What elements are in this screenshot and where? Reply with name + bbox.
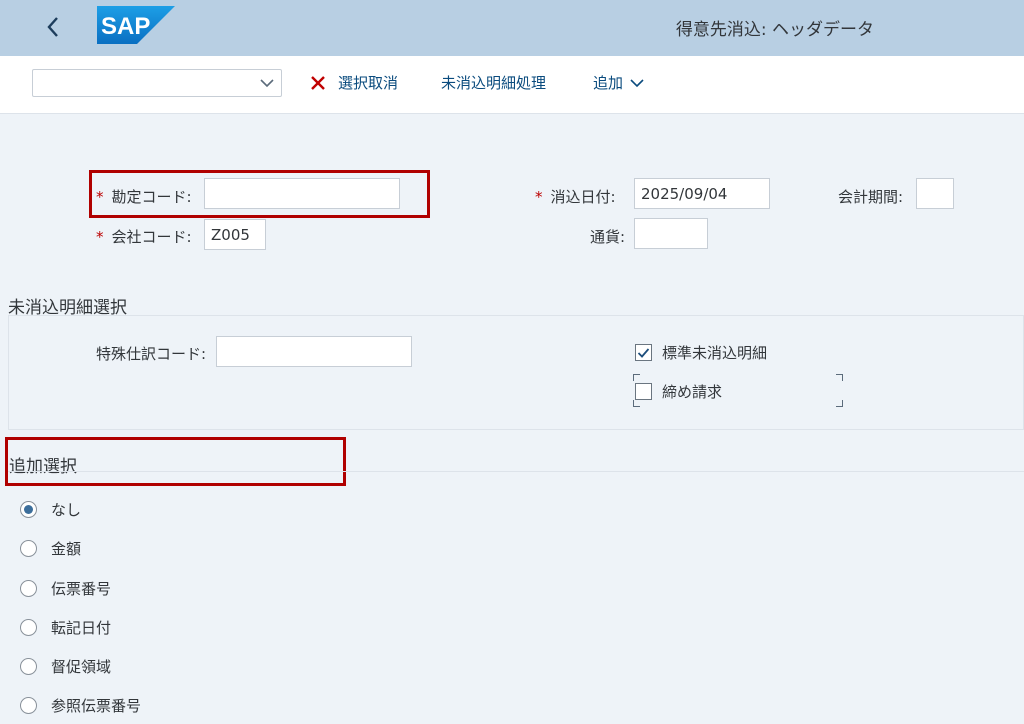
radio-label: 参照伝票番号 xyxy=(51,697,142,715)
radio-button xyxy=(20,697,37,714)
close-icon xyxy=(311,75,325,90)
account-code-label: * 勘定コード: xyxy=(96,188,192,206)
focus-bracket xyxy=(836,374,843,381)
required-marker: * xyxy=(96,188,104,206)
more-menu-label: 追加 xyxy=(593,74,624,92)
radio-option-reference-document[interactable]: 参照伝票番号 xyxy=(20,695,141,716)
clearing-date-label: * 消込日付: xyxy=(535,188,616,206)
required-marker: * xyxy=(96,228,104,246)
radio-label: 伝票番号 xyxy=(51,580,112,598)
chevron-down-icon xyxy=(630,78,644,87)
radio-selected-dot xyxy=(24,505,33,514)
open-item-selection-group xyxy=(8,315,1024,430)
radio-button xyxy=(20,658,37,675)
required-marker: * xyxy=(535,188,543,206)
checkbox-box xyxy=(635,383,652,400)
radio-option-none[interactable]: なし xyxy=(20,499,81,520)
period-label: 会計期間: xyxy=(838,188,904,206)
clearing-date-input[interactable] xyxy=(634,178,770,209)
period-input[interactable] xyxy=(916,178,954,209)
currency-label: 通貨: xyxy=(590,228,626,246)
chevron-down-icon xyxy=(260,79,274,88)
checkbox-box xyxy=(635,344,652,361)
more-menu-button[interactable]: 追加 xyxy=(593,72,645,93)
radio-option-amount[interactable]: 金額 xyxy=(20,538,81,559)
process-open-items-label: 未消込明細処理 xyxy=(441,74,547,92)
sap-logo: SAP xyxy=(97,6,175,44)
section-divider xyxy=(8,471,1024,472)
closing-billing-label: 締め請求 xyxy=(662,383,723,401)
radio-option-dunning-area[interactable]: 督促領域 xyxy=(20,656,111,677)
company-code-input[interactable] xyxy=(204,219,266,250)
cancel-selection-button[interactable]: 選択取消 xyxy=(310,72,398,93)
special-gl-input[interactable] xyxy=(216,336,412,367)
radio-button xyxy=(20,540,37,557)
radio-button xyxy=(20,619,37,636)
radio-button xyxy=(20,501,37,518)
additional-selection-title: 追加選択 xyxy=(9,457,77,477)
shell-bar: SAP 得意先消込: ヘッダデータ xyxy=(0,0,1024,56)
radio-label: 金額 xyxy=(51,540,82,558)
cancel-selection-label: 選択取消 xyxy=(338,74,399,92)
special-gl-label: 特殊仕訳コード: xyxy=(96,345,207,363)
company-code-label: * 会社コード: xyxy=(96,228,192,246)
process-open-items-button[interactable]: 未消込明細処理 xyxy=(441,72,546,93)
focus-bracket xyxy=(836,400,843,407)
radio-label: なし xyxy=(51,501,82,519)
page-title: 得意先消込: ヘッダデータ xyxy=(675,20,875,40)
standard-open-items-checkbox[interactable]: 標準未消込明細 xyxy=(635,342,767,363)
back-chevron-icon xyxy=(47,17,58,37)
currency-input[interactable] xyxy=(634,218,708,249)
variant-select[interactable] xyxy=(32,69,282,97)
account-code-input[interactable] xyxy=(204,178,400,209)
radio-option-posting-date[interactable]: 転記日付 xyxy=(20,617,111,638)
radio-label: 転記日付 xyxy=(51,619,112,637)
focus-bracket xyxy=(633,374,640,381)
radio-label: 督促領域 xyxy=(51,658,112,676)
toolbar: 選択取消 未消込明細処理 追加 xyxy=(0,56,1024,114)
closing-billing-checkbox[interactable]: 締め請求 xyxy=(635,381,722,402)
standard-open-items-label: 標準未消込明細 xyxy=(662,344,768,362)
back-button[interactable] xyxy=(38,10,68,44)
radio-option-document-number[interactable]: 伝票番号 xyxy=(20,578,111,599)
radio-button xyxy=(20,580,37,597)
checkmark-icon xyxy=(637,347,650,358)
svg-text:SAP: SAP xyxy=(101,13,150,40)
